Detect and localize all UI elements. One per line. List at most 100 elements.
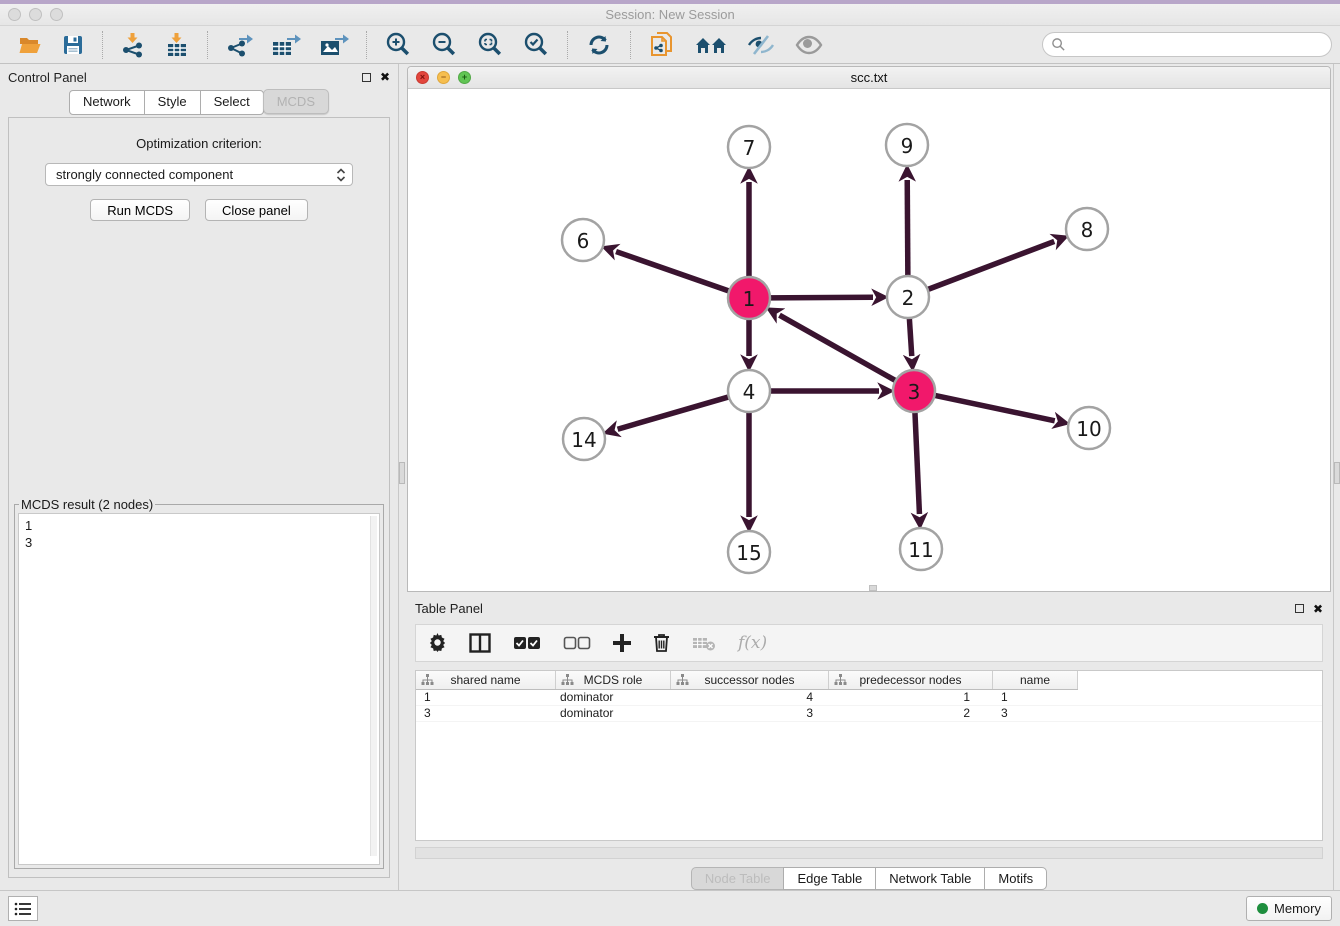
import-table-button[interactable] <box>160 30 194 60</box>
graph-edge-2-3[interactable] <box>909 316 912 356</box>
column-header-mcds-role[interactable]: MCDS role <box>556 671 671 689</box>
table-cell[interactable]: 3 <box>993 706 1078 721</box>
table-row[interactable]: 1dominator411 <box>416 690 1322 706</box>
close-panel-icon[interactable]: ✖ <box>380 71 390 83</box>
graph-edge-3-11[interactable] <box>915 410 920 514</box>
window-title: Session: New Session <box>0 7 1340 22</box>
float-panel-icon[interactable] <box>362 73 371 82</box>
graph-edge-3-10[interactable] <box>933 395 1055 421</box>
mcds-panel-body: Optimization criterion: strongly connect… <box>8 117 390 878</box>
tab-node-table[interactable]: Node Table <box>691 867 785 890</box>
nested-networks-button[interactable] <box>690 31 732 59</box>
graph-edge-1-2[interactable] <box>768 297 873 298</box>
column-header-successor-nodes[interactable]: successor nodes <box>671 671 829 689</box>
splitter-grip[interactable] <box>399 462 405 484</box>
save-session-button[interactable] <box>57 31 89 59</box>
network-canvas[interactable]: 7968124314101511 <box>408 89 1330 591</box>
graph-node-7[interactable] <box>728 126 770 168</box>
export-network-button[interactable] <box>221 30 257 60</box>
refresh-icon <box>585 32 613 58</box>
graph-edge-1-6[interactable] <box>616 252 731 292</box>
close-table-panel-icon[interactable]: ✖ <box>1313 603 1323 615</box>
table-cell[interactable]: 1 <box>829 690 993 705</box>
mcds-result-list[interactable]: 13 <box>18 513 380 865</box>
show-graphics-details-button[interactable] <box>790 32 828 58</box>
graph-node-1[interactable] <box>728 277 770 319</box>
float-table-panel-icon[interactable] <box>1295 604 1304 613</box>
table-body: 1dominator4113dominator323 <box>416 690 1322 722</box>
network-graph: 7968124314101511 <box>408 89 1330 591</box>
zoom-selected-icon <box>522 31 550 59</box>
column-header-shared-name[interactable]: shared name <box>416 671 556 689</box>
tab-motifs[interactable]: Motifs <box>984 867 1047 890</box>
graph-edge-2-9[interactable] <box>907 180 908 278</box>
graph-node-14[interactable] <box>563 418 605 460</box>
splitter-grip[interactable] <box>1334 462 1340 484</box>
result-scrollbar[interactable] <box>370 516 377 856</box>
run-mcds-button[interactable]: Run MCDS <box>90 199 190 221</box>
search-box[interactable] <box>1042 32 1332 57</box>
show-column-button[interactable] <box>469 633 491 653</box>
zoom-selected-button[interactable] <box>518 29 554 61</box>
graph-node-9[interactable] <box>886 124 928 166</box>
graph-node-3[interactable] <box>893 370 935 412</box>
table-cell[interactable]: 3 <box>671 706 829 721</box>
add-row-button[interactable] <box>613 634 631 652</box>
tab-mcds[interactable]: MCDS <box>263 89 329 114</box>
right-splitter[interactable] <box>1333 64 1340 890</box>
table-cell[interactable]: 1 <box>993 690 1078 705</box>
toolbar-separator <box>567 31 568 59</box>
refresh-layout-button[interactable] <box>581 30 617 60</box>
graph-node-8[interactable] <box>1066 208 1108 250</box>
tab-edge-table[interactable]: Edge Table <box>783 867 876 890</box>
graph-node-15[interactable] <box>728 531 770 573</box>
tab-style[interactable]: Style <box>144 90 201 115</box>
home-houses-icon <box>694 33 728 57</box>
left-splitter[interactable] <box>398 64 405 890</box>
graph-node-11[interactable] <box>900 528 942 570</box>
tab-network[interactable]: Network <box>69 90 145 115</box>
import-network-button[interactable] <box>116 30 150 60</box>
criterion-dropdown[interactable]: strongly connected component <box>45 163 353 186</box>
table-cell[interactable]: 1 <box>416 690 556 705</box>
export-table-icon <box>271 32 301 58</box>
zoom-in-button[interactable] <box>380 29 416 61</box>
network-window-title: scc.txt <box>408 70 1330 85</box>
export-network-icon <box>225 32 253 58</box>
deselect-all-columns-button[interactable] <box>563 636 591 650</box>
column-header-predecessor-nodes[interactable]: name predecessor nodes <box>829 671 993 689</box>
table-cell[interactable]: dominator <box>556 706 671 721</box>
table-cell[interactable]: 3 <box>416 706 556 721</box>
close-panel-button[interactable]: Close panel <box>205 199 308 221</box>
graph-edge-3-1[interactable] <box>779 315 897 381</box>
tab-network-table[interactable]: Network Table <box>875 867 985 890</box>
delete-row-button[interactable] <box>653 633 670 652</box>
clone-network-button[interactable] <box>644 29 680 61</box>
table-row[interactable]: 3dominator323 <box>416 706 1322 722</box>
table-horizontal-scrollbar[interactable] <box>415 847 1323 859</box>
table-cell[interactable]: 4 <box>671 690 829 705</box>
tab-select[interactable]: Select <box>200 90 264 115</box>
titlebar: Session: New Session <box>0 4 1340 26</box>
select-all-columns-button[interactable] <box>513 636 541 650</box>
graph-node-4[interactable] <box>728 370 770 412</box>
graph-edge-2-8[interactable] <box>926 241 1055 290</box>
zoom-out-button[interactable] <box>426 29 462 61</box>
column-header-name[interactable]: name <box>993 671 1078 689</box>
graph-node-10[interactable] <box>1068 407 1110 449</box>
graph-edge-4-14[interactable] <box>618 396 731 429</box>
export-image-button[interactable] <box>315 30 353 60</box>
export-table-button[interactable] <box>267 30 305 60</box>
zoom-fit-button[interactable] <box>472 29 508 61</box>
memory-button[interactable]: Memory <box>1246 896 1332 921</box>
hide-graphics-details-button[interactable] <box>742 31 780 59</box>
graph-node-6[interactable] <box>562 219 604 261</box>
search-input[interactable] <box>1066 38 1323 52</box>
table-cell[interactable]: 2 <box>829 706 993 721</box>
graph-node-2[interactable] <box>887 276 929 318</box>
column-settings-button[interactable] <box>428 633 447 652</box>
canvas-resize-handle[interactable] <box>869 585 877 591</box>
task-history-button[interactable] <box>8 896 38 921</box>
open-session-button[interactable] <box>13 31 47 59</box>
table-cell[interactable]: dominator <box>556 690 671 705</box>
